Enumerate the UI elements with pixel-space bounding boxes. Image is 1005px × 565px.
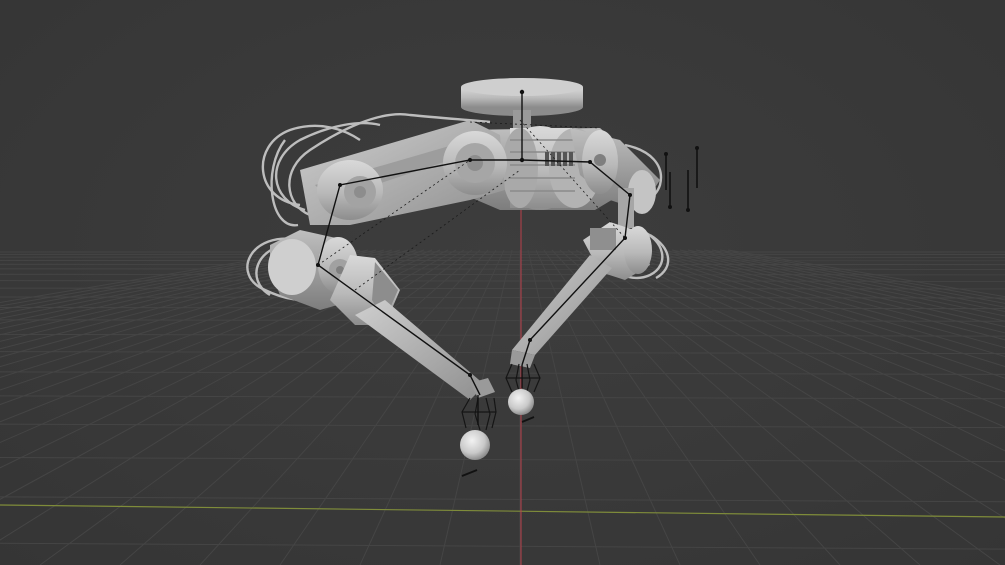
right-ball-effector[interactable]	[508, 389, 534, 415]
grid-line	[0, 423, 1005, 429]
grid-line	[0, 296, 1005, 299]
right-forearm[interactable]	[510, 255, 612, 368]
floor-grid	[0, 249, 1005, 565]
grid-line	[0, 542, 1005, 550]
viewport-scene[interactable]	[0, 0, 1005, 565]
grid-line	[0, 333, 1005, 337]
left-ball-effector[interactable]	[460, 430, 490, 460]
3d-viewport[interactable]	[0, 0, 1005, 565]
grid-line	[0, 351, 1005, 355]
grid-line	[0, 319, 1005, 322]
grid-line	[0, 456, 1005, 463]
ik-control-handles[interactable]	[665, 148, 698, 210]
grid-line	[719, 249, 1005, 301]
grid-line	[0, 371, 1005, 375]
x-axis-line	[0, 504, 1005, 518]
right-gripper[interactable]	[505, 363, 541, 415]
grid-line	[0, 307, 1005, 310]
grid-line	[0, 496, 1005, 503]
grid-line	[0, 280, 1005, 282]
